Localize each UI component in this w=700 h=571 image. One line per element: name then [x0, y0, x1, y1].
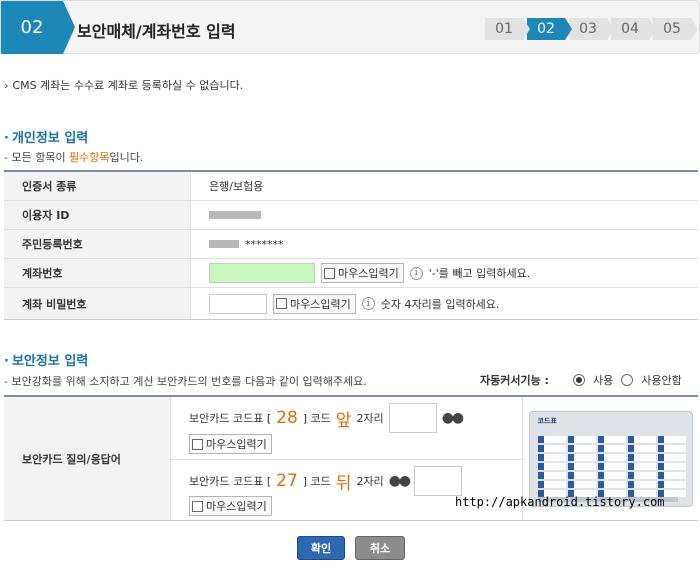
- table-row: 계좌 비밀번호 마우스입력기 i 숫자 4자리를 입력하세요.: [4, 288, 698, 319]
- password-mouse-input-button[interactable]: 마우스입력기: [273, 293, 356, 314]
- auto-cursor-label: 자동커서기능 :: [480, 374, 549, 387]
- account-number-label: 계좌번호: [4, 259, 191, 287]
- card-cell: [567, 480, 596, 488]
- info-icon: i: [409, 266, 423, 280]
- required-text: 필수항목: [69, 151, 110, 164]
- card-cell: [537, 453, 566, 461]
- card-cell: [567, 462, 596, 470]
- card-cell: [537, 435, 566, 443]
- cms-note: CMS 계좌는 수수료 계좌로 등록하실 수 없습니다.: [4, 77, 243, 93]
- current-step-badge: 02: [1, 1, 75, 54]
- code-number: 28: [276, 408, 298, 428]
- info-icon: i: [361, 297, 375, 310]
- card-cell: [627, 444, 656, 452]
- masked-digits: ●●: [388, 473, 411, 489]
- step-4: 04: [611, 18, 656, 40]
- cert-type-label: 인증서 종류: [4, 172, 191, 200]
- checkbox-icon: [324, 267, 335, 279]
- account-mouse-input-button[interactable]: 마우스입력기: [321, 263, 404, 283]
- personal-section-sub: - 모든 항목이 필수항목입니다.: [4, 151, 144, 164]
- user-id-label: 이용자 ID: [4, 201, 191, 229]
- user-id-masked: [209, 211, 261, 219]
- card-cell: [657, 444, 686, 452]
- auto-cursor-option: 자동커서기능 : 사용 사용안함: [480, 372, 682, 388]
- security-mouse-input-button-1[interactable]: 마우스입력기: [189, 434, 272, 454]
- confirm-button[interactable]: 확인: [297, 536, 345, 560]
- card-cell: [657, 471, 686, 479]
- card-cell: [627, 435, 656, 443]
- code-number: 27: [276, 471, 298, 491]
- card-grid: [537, 435, 686, 497]
- card-cell: [537, 462, 566, 470]
- resident-number-label: 주민등록번호: [4, 230, 191, 258]
- security-section-sub: - 보안강화를 위해 소지하고 계신 보안카드의 번호를 다음과 같이 입력해주…: [4, 375, 367, 388]
- security-section-title: 보안정보 입력: [4, 350, 88, 369]
- card-cell: [627, 471, 656, 479]
- card-cell: [597, 435, 626, 443]
- step-indicator: 01 02 03 04 05: [485, 18, 698, 40]
- table-row: 인증서 종류 은행/보험용: [4, 172, 698, 201]
- account-number-input[interactable]: [209, 263, 315, 283]
- card-cell: [627, 462, 656, 470]
- card-cell: [597, 444, 626, 452]
- card-cell: [657, 435, 686, 443]
- page-title: 보안매체/계좌번호 입력: [77, 22, 236, 41]
- card-cell: [627, 453, 656, 461]
- account-password-label: 계좌 비밀번호: [4, 288, 191, 319]
- card-title: 코드표: [537, 416, 557, 425]
- step-3: 03: [569, 18, 614, 40]
- card-cell: [537, 471, 566, 479]
- security-card-label: 보안카드 질의/응답어: [4, 397, 171, 520]
- table-row: 계좌번호 마우스입력기 i '-'를 빼고 입력하세요.: [4, 259, 698, 288]
- card-cell: [597, 462, 626, 470]
- security-question-2: 보안카드 코드표 [ 27 ] 코드 뒤 2자리 ●● 마우스입력기: [171, 459, 522, 521]
- masked-digits: ●●: [441, 410, 464, 426]
- card-cell: [657, 453, 686, 461]
- auto-cursor-on-label: 사용: [592, 374, 614, 387]
- cancel-button[interactable]: 취소: [355, 536, 405, 560]
- checkbox-icon: [192, 500, 203, 512]
- card-cell: [567, 435, 596, 443]
- personal-section-title: 개인정보 입력: [4, 127, 88, 146]
- step-header: 02 보안매체/계좌번호 입력 01 02 03 04 05: [0, 0, 700, 54]
- checkbox-icon: [276, 298, 287, 309]
- security-question-1: 보안카드 코드표 [ 28 ] 코드 앞 2자리 ●● 마우스입력기: [171, 397, 522, 459]
- security-code-input-1[interactable]: [388, 403, 437, 433]
- personal-info-table: 인증서 종류 은행/보험용 이용자 ID 주민등록번호 ******* 계좌번호…: [4, 170, 698, 320]
- table-row: 이용자 ID: [4, 201, 698, 230]
- security-mouse-input-button-2[interactable]: 마우스입력기: [189, 496, 272, 516]
- resident-number-masked: [209, 240, 239, 248]
- checkbox-icon: [192, 438, 203, 450]
- step-2: 02: [527, 18, 572, 40]
- card-cell: [567, 471, 596, 479]
- card-cell: [657, 480, 686, 488]
- account-hint: '-'를 빼고 입력하세요.: [428, 267, 531, 280]
- password-hint: 숫자 4자리를 입력하세요.: [380, 297, 500, 311]
- table-row: 주민등록번호 *******: [4, 230, 698, 259]
- card-cell: [627, 480, 656, 488]
- card-cell: [597, 471, 626, 479]
- card-cell: [567, 453, 596, 461]
- step-1: 01: [485, 18, 530, 40]
- card-cell: [597, 453, 626, 461]
- step-5: 05: [653, 18, 698, 40]
- security-code-input-2[interactable]: [414, 466, 463, 496]
- account-password-input[interactable]: [209, 293, 267, 314]
- auto-cursor-on-radio[interactable]: [572, 374, 585, 386]
- resident-number-value: *******: [245, 237, 284, 251]
- auto-cursor-off-label: 사용안함: [641, 374, 682, 387]
- code-position: 뒤: [335, 473, 352, 494]
- card-cell: [567, 444, 596, 452]
- card-cell: [597, 480, 626, 488]
- security-card-image: 코드표: [528, 410, 693, 507]
- card-cell: [657, 462, 686, 470]
- auto-cursor-off-radio[interactable]: [621, 374, 634, 386]
- code-position: 앞: [335, 410, 352, 431]
- card-cell: [537, 444, 566, 452]
- card-cell: [537, 480, 566, 488]
- watermark: http://apkandroid.tistory.com: [455, 495, 665, 509]
- cert-type-value: 은행/보험용: [209, 180, 264, 193]
